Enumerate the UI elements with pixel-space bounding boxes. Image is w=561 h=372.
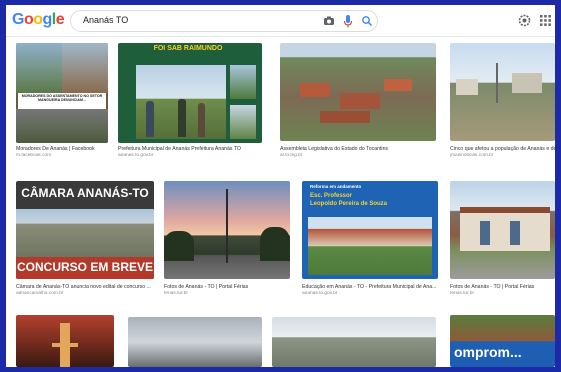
result-title[interactable]: Moradores De Ananás | Facebook [16, 146, 108, 152]
result-source: m.facebook.com [16, 153, 52, 158]
thumbnail-banner: omprom... [454, 344, 522, 360]
image-result[interactable]: Assembleia Legislativa do Estado do Toca… [280, 43, 436, 158]
result-thumbnail[interactable] [164, 181, 290, 279]
result-title[interactable]: Fotos de Ananás - TO | Portal Férias [164, 284, 290, 290]
logo-letter: o [23, 11, 34, 28]
result-thumbnail[interactable]: Reforma em andamento Esc. Professor Leop… [302, 181, 438, 279]
search-icon[interactable] [361, 15, 373, 27]
search-box[interactable]: Ananás TO [70, 10, 378, 32]
result-thumbnail[interactable]: FOI SAB RAIMUNDO [118, 43, 262, 143]
image-result[interactable]: Fotos de Ananás - TO | Portal Férias fer… [450, 181, 555, 297]
result-title[interactable]: Assembleia Legislativa do Estado do Toca… [280, 146, 436, 152]
result-thumbnail[interactable] [450, 43, 555, 141]
image-result[interactable]: Fotos de Ananás - TO | Portal Férias fer… [164, 181, 290, 297]
result-thumbnail[interactable]: CÂMARA ANANÁS-TO CONCURSO EM BREVE [16, 181, 154, 279]
image-result[interactable]: omprom... [450, 315, 555, 367]
result-title[interactable]: Fotos de Ananás - TO | Portal Férias [450, 284, 555, 290]
image-result[interactable]: CÂMARA ANANÁS-TO CONCURSO EM BREVE Câmar… [16, 181, 154, 297]
image-result[interactable] [128, 317, 262, 367]
result-source: al.to.leg.br [280, 153, 303, 158]
thumbnail-caption: MORADORES DO ASSENTAMENTO NO SETOR MANGU… [18, 93, 106, 109]
logo-letter: e [55, 11, 65, 28]
image-result[interactable]: Cinco que afetou a população de Ananás e… [450, 43, 555, 158]
result-source: ananas.to.gov.br [118, 153, 154, 158]
logo-letter: o [33, 11, 43, 28]
thumbnail-banner: CONCURSO EM BREVE [16, 260, 153, 274]
browser-frame: Google Ananás TO MORADORES DO ASSENTAMEN… [6, 5, 555, 367]
image-result[interactable]: Reforma em andamento Esc. Professor Leop… [302, 181, 438, 297]
result-source: adriancarvalho.com.br [16, 291, 64, 296]
result-source: jmaisnoticias.com.br [450, 153, 494, 158]
image-result[interactable]: FOI SAB RAIMUNDO Prefeitura Municipal de… [118, 43, 262, 158]
google-logo[interactable]: Google [12, 11, 65, 29]
camera-icon[interactable] [323, 15, 335, 27]
result-title[interactable]: Educação em Ananás - TO - Prefeitura Mun… [302, 284, 438, 290]
result-thumbnail[interactable]: omprom... [450, 315, 555, 367]
mic-icon[interactable] [343, 14, 353, 28]
result-source: ananas.to.gov.br [302, 291, 338, 296]
logo-letter: g [42, 11, 53, 28]
search-input[interactable]: Ananás TO [83, 15, 128, 25]
thumbnail-caption: FOI SAB RAIMUNDO [153, 45, 223, 52]
result-title[interactable]: Prefeitura Municipal de Ananás Prefeitur… [118, 146, 262, 152]
result-thumbnail[interactable]: MORADORES DO ASSENTAMENTO NO SETOR MANGU… [16, 43, 108, 143]
result-thumbnail[interactable] [280, 43, 436, 141]
thumbnail-heading: CÂMARA ANANÁS-TO [21, 186, 149, 200]
image-result[interactable] [16, 315, 114, 367]
result-source: ferias.tur.br [164, 291, 188, 296]
search-header: Google Ananás TO [6, 5, 555, 37]
result-thumbnail[interactable] [16, 315, 114, 367]
settings-icon[interactable] [518, 14, 531, 27]
result-thumbnail[interactable] [128, 317, 262, 367]
result-title[interactable]: Cinco que afetou a população de Ananás e… [450, 146, 555, 152]
apps-icon[interactable] [540, 15, 551, 26]
result-thumbnail[interactable] [450, 181, 555, 279]
thumbnail-banner: Leopoldo Pereira de Souza [310, 201, 388, 207]
thumbnail-heading: Reforma em andamento [310, 184, 362, 189]
thumbnail-subheading: Esc. Professor [310, 193, 353, 199]
result-source: ferias.tur.br [450, 291, 474, 296]
image-result[interactable] [272, 317, 436, 367]
logo-letter: G [12, 11, 24, 28]
result-thumbnail[interactable] [272, 317, 436, 367]
image-result[interactable]: MORADORES DO ASSENTAMENTO NO SETOR MANGU… [16, 43, 108, 158]
result-title[interactable]: Câmara de Ananás-TO anuncia novo edital … [16, 284, 154, 290]
